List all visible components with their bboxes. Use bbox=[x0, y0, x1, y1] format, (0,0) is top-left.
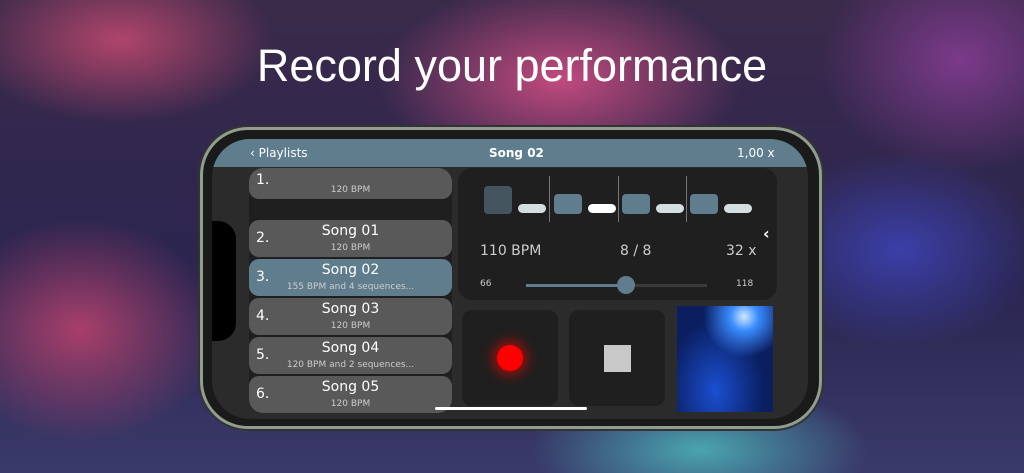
stop-icon bbox=[604, 345, 631, 372]
song-subtitle: 120 BPM bbox=[330, 243, 371, 253]
record-icon bbox=[497, 345, 523, 371]
back-button[interactable]: ‹ Playlists bbox=[250, 146, 308, 160]
beat-pill[interactable] bbox=[656, 204, 684, 213]
slider-min-label: 66 bbox=[480, 279, 492, 289]
song-title: Song 01 bbox=[321, 223, 380, 239]
home-indicator bbox=[435, 407, 587, 410]
song-title: Song 05 bbox=[321, 379, 380, 395]
tempo-slider[interactable] bbox=[526, 276, 707, 294]
song-subtitle: 120 BPM bbox=[330, 321, 371, 331]
speed-button[interactable]: 1,00 x bbox=[737, 146, 775, 160]
drummer-photo bbox=[677, 306, 773, 412]
slider-max-label: 118 bbox=[736, 279, 754, 289]
song-subtitle: 120 BPM and 2 sequences... bbox=[286, 360, 415, 370]
song-title: Song 03 bbox=[321, 301, 380, 317]
time-signature-label: 8 / 8 bbox=[620, 243, 652, 259]
stop-button[interactable] bbox=[569, 310, 665, 406]
record-button[interactable] bbox=[462, 310, 558, 406]
beat-pill[interactable] bbox=[724, 204, 752, 213]
nav-bar: ‹ Playlists Song 02 1,00 x bbox=[212, 139, 808, 167]
song-list-item[interactable]: 6. Song 05 120 BPM bbox=[249, 376, 452, 413]
beat-pill[interactable] bbox=[518, 204, 546, 213]
beat-block[interactable] bbox=[554, 194, 582, 214]
beat-block[interactable] bbox=[622, 194, 650, 214]
song-list: ⏮ ⏪ ⏩ ⏭ 1.120 BPM2.Song 01120 BPM3.Song … bbox=[249, 168, 452, 413]
chevron-left-icon: ‹ bbox=[250, 146, 259, 160]
bpm-label: 110 BPM bbox=[480, 243, 542, 259]
song-list-item[interactable]: 1. 120 BPM bbox=[249, 168, 452, 199]
song-subtitle: 120 BPM bbox=[330, 399, 371, 409]
song-subtitle: 155 BPM and 4 sequences... bbox=[286, 282, 415, 292]
song-title: Song 02 bbox=[321, 262, 380, 278]
song-list-item[interactable]: 4. Song 03 120 BPM bbox=[249, 298, 452, 335]
sequence-panel: ‹ 110 BPM 8 / 8 32 x 66 118 bbox=[458, 168, 777, 300]
song-subtitle: 120 BPM bbox=[330, 185, 371, 195]
beat-block[interactable] bbox=[690, 194, 718, 214]
notch bbox=[212, 221, 236, 341]
beat-pill[interactable] bbox=[588, 204, 616, 213]
beat-block[interactable] bbox=[484, 186, 512, 214]
repeat-count-label: 32 x bbox=[726, 243, 757, 259]
song-title: Song 04 bbox=[321, 340, 380, 356]
headline: Record your performance bbox=[256, 40, 768, 91]
page-title: Song 02 bbox=[489, 146, 544, 160]
song-list-item[interactable]: 3. Song 02 155 BPM and 4 sequences... bbox=[249, 259, 452, 296]
chevron-left-icon[interactable]: ‹ bbox=[763, 224, 770, 243]
app-screen: ‹ Playlists Song 02 1,00 x ⏮ ⏪ ⏩ ⏭ 1.120… bbox=[212, 139, 808, 419]
song-list-item[interactable]: 5. Song 04 120 BPM and 2 sequences... bbox=[249, 337, 452, 374]
song-list-item[interactable]: 2. Song 01 120 BPM bbox=[249, 220, 452, 257]
